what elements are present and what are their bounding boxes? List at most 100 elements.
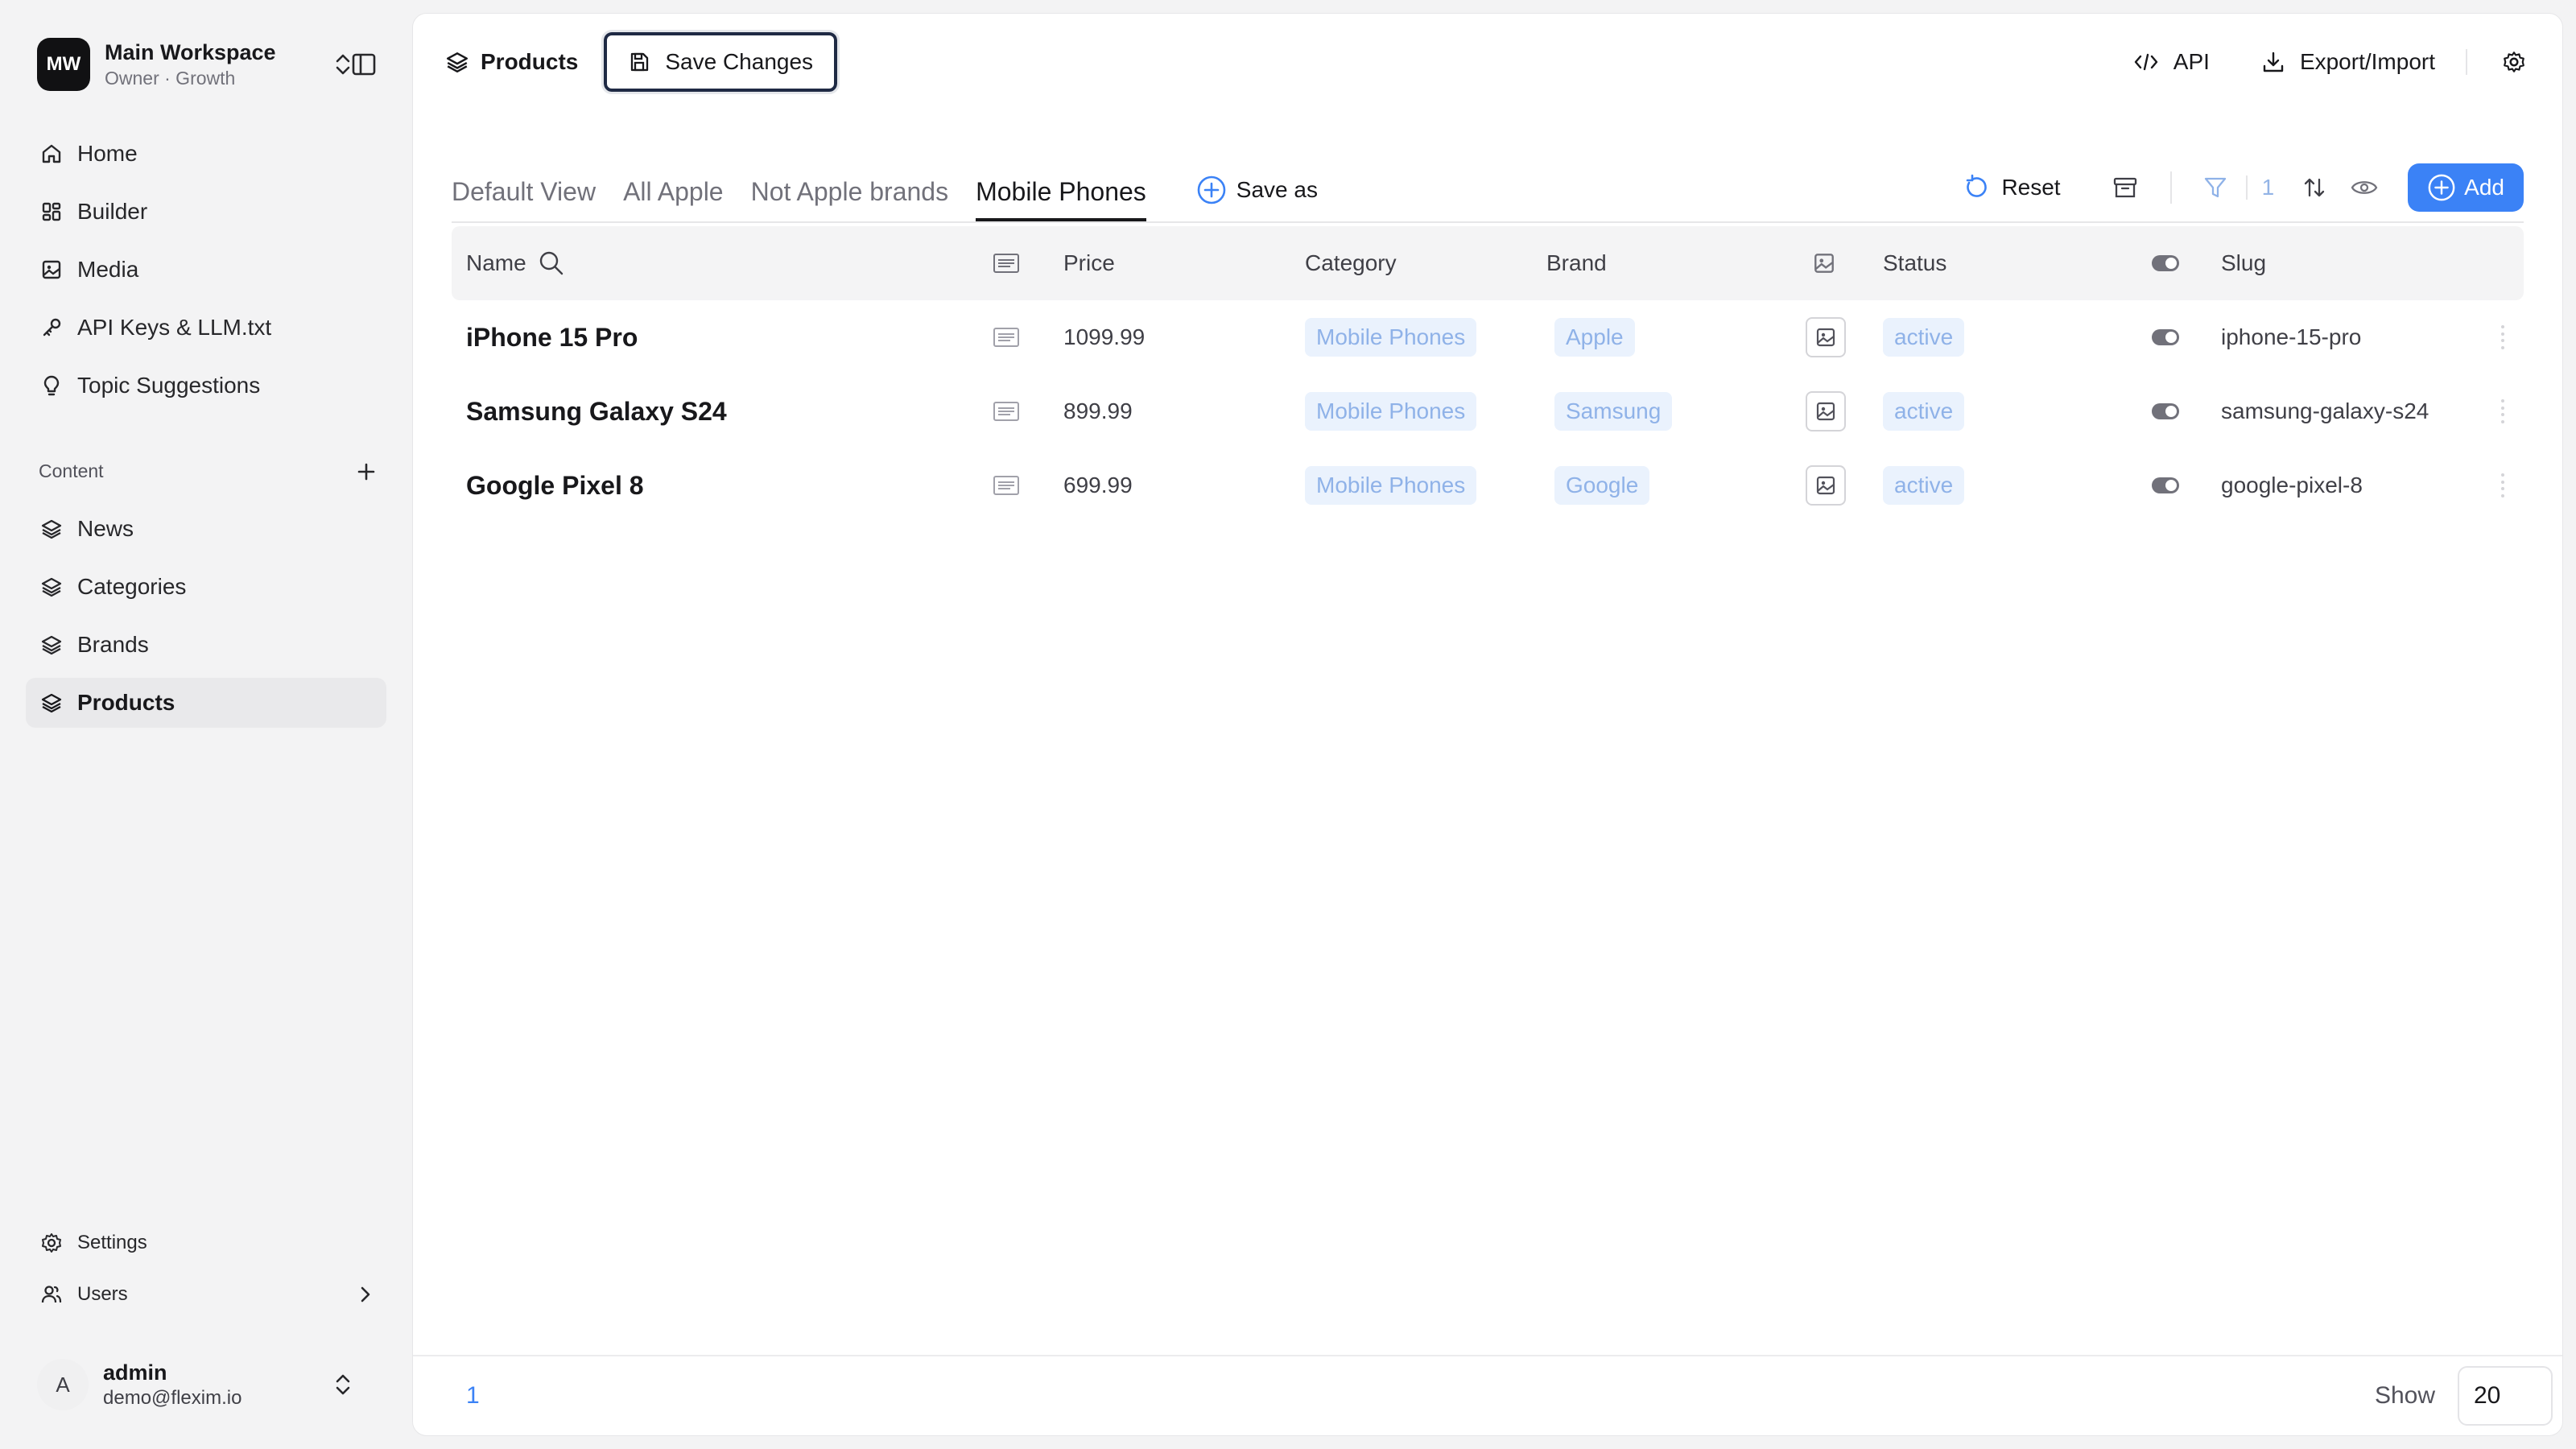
toggle-icon[interactable] bbox=[2152, 403, 2179, 419]
status-badge[interactable]: active bbox=[1883, 392, 1965, 431]
sidebar-item-categories[interactable]: Categories bbox=[26, 562, 386, 612]
description-icon[interactable] bbox=[993, 475, 1020, 496]
brand-chip[interactable]: Samsung bbox=[1554, 392, 1673, 431]
sidebar-item-users[interactable]: Users bbox=[26, 1272, 386, 1317]
show-label: Show bbox=[2374, 1382, 2435, 1409]
category-chip[interactable]: Mobile Phones bbox=[1305, 392, 1477, 431]
sidebar-item-brands[interactable]: Brands bbox=[26, 620, 386, 670]
reset-button[interactable]: Reset bbox=[1963, 174, 2061, 201]
sidebar-item-home[interactable]: Home bbox=[26, 129, 386, 179]
divider bbox=[2466, 49, 2467, 75]
sidebar-item-topic-suggestions[interactable]: Topic Suggestions bbox=[26, 361, 386, 411]
sidebar-item-label: Home bbox=[77, 141, 138, 166]
reset-label: Reset bbox=[2001, 175, 2061, 200]
description-icon[interactable] bbox=[993, 401, 1020, 422]
column-toggle-icon bbox=[2152, 255, 2179, 271]
user-menu[interactable]: A admin demo@flexim.io bbox=[37, 1352, 383, 1417]
toggle-icon[interactable] bbox=[2152, 329, 2179, 345]
brand-chip[interactable]: Apple bbox=[1554, 318, 1635, 357]
avatar: A bbox=[37, 1359, 89, 1410]
add-label: Add bbox=[2464, 175, 2504, 200]
filter-icon[interactable] bbox=[2199, 171, 2231, 204]
archive-icon[interactable] bbox=[2109, 171, 2141, 204]
tab-default-view[interactable]: Default View bbox=[452, 177, 596, 221]
toggle-icon[interactable] bbox=[2152, 477, 2179, 493]
page-size-input[interactable]: 20 bbox=[2458, 1366, 2553, 1426]
table-row[interactable]: Google Pixel 8 699.99 Mobile Phones Goog… bbox=[452, 448, 2524, 522]
users-icon bbox=[39, 1282, 64, 1307]
column-status[interactable]: Status bbox=[1883, 250, 1946, 276]
eye-icon[interactable] bbox=[2348, 171, 2380, 204]
sidebar-item-label: Topic Suggestions bbox=[77, 373, 261, 398]
slug-cell: samsung-galaxy-s24 bbox=[2221, 398, 2429, 423]
save-changes-button[interactable]: Save Changes bbox=[601, 30, 840, 94]
tab-mobile-phones[interactable]: Mobile Phones bbox=[976, 177, 1146, 221]
sidebar-item-api-keys[interactable]: API Keys & LLM.txt bbox=[26, 303, 386, 353]
save-as-label: Save as bbox=[1236, 177, 1318, 202]
api-button[interactable]: API bbox=[2133, 49, 2210, 75]
table-header: Name Price Category Brand Status Slug bbox=[452, 226, 2524, 300]
drag-handle-icon[interactable] bbox=[2501, 399, 2508, 423]
table-row[interactable]: Samsung Galaxy S24 899.99 Mobile Phones … bbox=[452, 374, 2524, 448]
product-name[interactable]: Samsung Galaxy S24 bbox=[466, 397, 727, 427]
reset-icon bbox=[1963, 174, 1990, 201]
gear-icon[interactable] bbox=[2498, 46, 2530, 78]
content-section-label: Content bbox=[39, 460, 104, 481]
add-button[interactable]: Add bbox=[2408, 163, 2524, 212]
save-as-button[interactable]: Save as bbox=[1196, 175, 1318, 221]
sort-icon[interactable] bbox=[2298, 171, 2330, 204]
price-cell: 1099.99 bbox=[1063, 324, 1146, 349]
layers-icon bbox=[445, 50, 469, 74]
column-brand[interactable]: Brand bbox=[1546, 250, 1607, 276]
sidebar-item-media[interactable]: Media bbox=[26, 245, 386, 295]
status-badge[interactable]: active bbox=[1883, 318, 1965, 357]
layers-icon bbox=[39, 574, 64, 600]
status-badge[interactable]: active bbox=[1883, 466, 1965, 505]
column-price[interactable]: Price bbox=[1063, 250, 1115, 276]
content-section-header: Content bbox=[39, 460, 377, 482]
sidebar: MW Main Workspace Owner · Growth Home Bu… bbox=[0, 0, 411, 1449]
column-category[interactable]: Category bbox=[1305, 250, 1397, 276]
sidebar-item-label: News bbox=[77, 516, 134, 541]
page-title: Products bbox=[445, 49, 578, 75]
tab-all-apple[interactable]: All Apple bbox=[623, 177, 724, 221]
user-email: demo@flexim.io bbox=[103, 1387, 242, 1409]
drag-handle-icon[interactable] bbox=[2501, 473, 2508, 497]
sidebar-item-news[interactable]: News bbox=[26, 504, 386, 554]
sidebar-item-label: Users bbox=[77, 1283, 128, 1305]
brand-chip[interactable]: Google bbox=[1554, 466, 1650, 505]
sidebar-item-label: Settings bbox=[77, 1232, 147, 1253]
drag-handle-icon[interactable] bbox=[2501, 325, 2508, 349]
category-chip[interactable]: Mobile Phones bbox=[1305, 318, 1477, 357]
tab-not-apple-brands[interactable]: Not Apple brands bbox=[751, 177, 949, 221]
slug-cell: google-pixel-8 bbox=[2221, 473, 2363, 497]
page-number[interactable]: 1 bbox=[466, 1382, 480, 1410]
search-icon[interactable] bbox=[538, 250, 565, 277]
export-import-button[interactable]: Export/Import bbox=[2261, 49, 2435, 75]
chevrons-up-down-icon bbox=[327, 1368, 359, 1401]
grid-icon bbox=[39, 199, 64, 225]
image-icon[interactable] bbox=[1806, 465, 1846, 506]
sidebar-item-label: Products bbox=[77, 690, 175, 715]
image-icon bbox=[39, 257, 64, 283]
column-name[interactable]: Name bbox=[466, 250, 565, 277]
sidebar-item-builder[interactable]: Builder bbox=[26, 187, 386, 237]
image-icon[interactable] bbox=[1806, 317, 1846, 357]
main-nav: Home Builder Media API Keys & LLM.txt To… bbox=[26, 129, 386, 419]
pagination-footer: 1 Show 20 bbox=[413, 1355, 2562, 1435]
description-icon[interactable] bbox=[993, 327, 1020, 348]
sidebar-item-settings[interactable]: Settings bbox=[26, 1220, 386, 1265]
column-slug[interactable]: Slug bbox=[2221, 250, 2266, 276]
sidebar-toggle-icon[interactable] bbox=[348, 48, 380, 80]
workspace-switcher[interactable]: MW Main Workspace Owner · Growth bbox=[37, 37, 383, 92]
sidebar-item-products[interactable]: Products bbox=[26, 678, 386, 728]
plus-icon[interactable] bbox=[356, 461, 377, 482]
product-name[interactable]: Google Pixel 8 bbox=[466, 471, 644, 501]
divider bbox=[2169, 171, 2172, 204]
product-name[interactable]: iPhone 15 Pro bbox=[466, 323, 638, 353]
image-icon[interactable] bbox=[1806, 391, 1846, 431]
sidebar-item-label: Media bbox=[77, 257, 139, 282]
workspace-name: Main Workspace bbox=[105, 40, 276, 64]
table-row[interactable]: iPhone 15 Pro 1099.99 Mobile Phones Appl… bbox=[452, 300, 2524, 374]
category-chip[interactable]: Mobile Phones bbox=[1305, 466, 1477, 505]
